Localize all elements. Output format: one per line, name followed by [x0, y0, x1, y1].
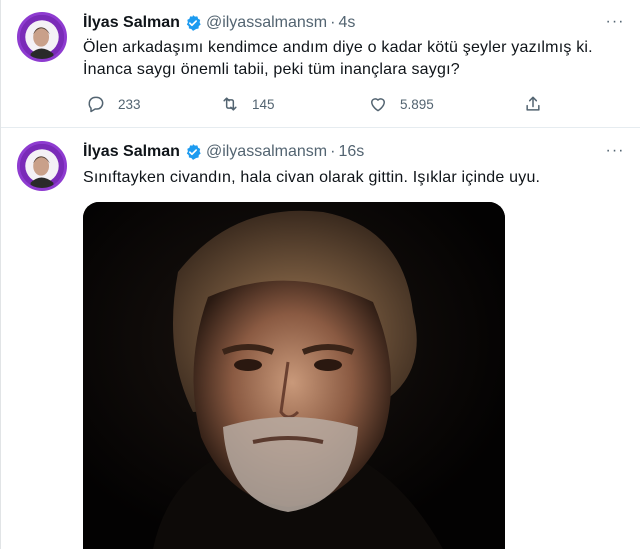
share-button[interactable]	[523, 93, 555, 115]
avatar[interactable]	[17, 141, 67, 191]
separator-dot: ·	[330, 14, 336, 31]
tweet-text: Sınıftayken civandın, hala civan olarak …	[83, 167, 540, 189]
separator-dot: ·	[330, 143, 336, 160]
retweet-icon	[223, 97, 237, 111]
author-name[interactable]: İlyas Salman	[83, 14, 180, 32]
verified-badge-icon	[186, 15, 201, 31]
author-handle[interactable]: @ilyassalmansm	[206, 143, 327, 161]
reply-icon	[88, 96, 104, 113]
timeline: İlyas Salman @ilyassalmansm · 4s ··· Öle…	[0, 0, 640, 549]
tweet[interactable]: İlyas Salman @ilyassalmansm · 16s ··· Sı…	[1, 129, 640, 549]
reply-count: 233	[118, 96, 141, 112]
more-options-icon[interactable]: ···	[603, 14, 627, 34]
tweet-header: İlyas Salman @ilyassalmansm · 4s	[83, 12, 355, 34]
author-name[interactable]: İlyas Salman	[83, 143, 180, 161]
timestamp[interactable]: 16s	[338, 143, 364, 161]
like-button[interactable]: 5.895	[368, 93, 434, 115]
tweet-actions: 233 145 5.895	[83, 93, 563, 115]
verified-badge-icon	[186, 144, 201, 160]
tweet-text-line: Sınıftayken civandın, hala civan olarak …	[83, 169, 541, 186]
tweet-text-line: İnanca saygı önemli tabii, peki tüm inan…	[83, 61, 460, 78]
tweet-photo[interactable]	[83, 202, 505, 549]
like-icon	[371, 98, 385, 112]
retweet-count: 145	[252, 96, 275, 112]
tweet-text-line: Ölen arkadaşımı kendimce andım diye o ka…	[83, 39, 593, 56]
more-options-icon[interactable]: ···	[603, 143, 627, 163]
like-count: 5.895	[400, 96, 434, 112]
author-handle[interactable]: @ilyassalmansm	[206, 14, 327, 32]
timestamp[interactable]: 4s	[338, 14, 355, 32]
tweet-header: İlyas Salman @ilyassalmansm · 16s	[83, 141, 364, 163]
tweet[interactable]: İlyas Salman @ilyassalmansm · 4s ··· Öle…	[1, 0, 640, 128]
portrait-photo	[83, 202, 505, 549]
retweet-button[interactable]: 145	[220, 93, 275, 115]
avatar[interactable]	[17, 12, 67, 62]
reply-button[interactable]: 233	[86, 93, 141, 115]
tweet-text: Ölen arkadaşımı kendimce andım diye o ka…	[83, 37, 593, 81]
share-icon	[526, 96, 540, 111]
